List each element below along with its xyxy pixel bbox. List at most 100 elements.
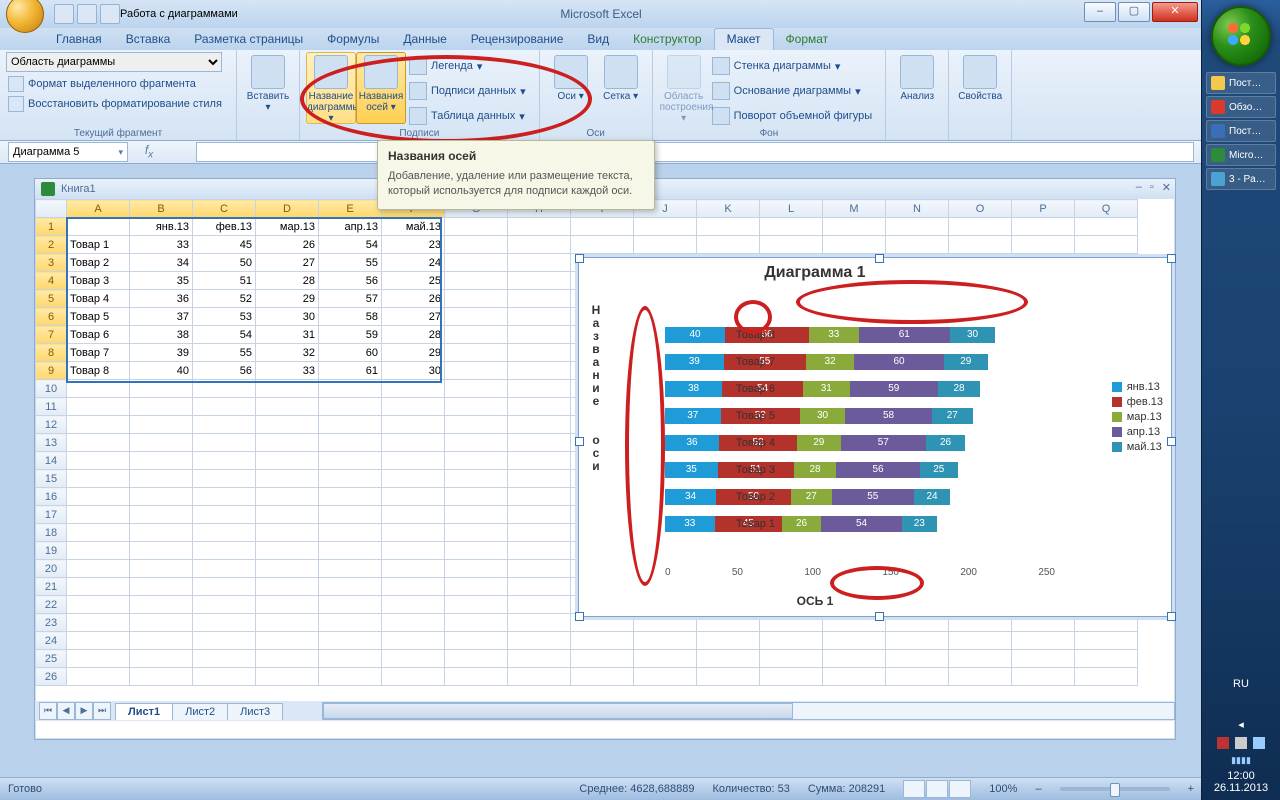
cell[interactable]: 55 (193, 344, 256, 362)
row-header[interactable]: 2 (36, 236, 67, 254)
cell[interactable] (1012, 668, 1075, 686)
cell[interactable] (193, 632, 256, 650)
minimize-button[interactable]: – (1084, 2, 1116, 22)
cell[interactable] (823, 236, 886, 254)
cell[interactable] (382, 380, 445, 398)
cell[interactable] (319, 506, 382, 524)
cell[interactable] (445, 344, 508, 362)
cell[interactable] (256, 668, 319, 686)
cell[interactable] (193, 470, 256, 488)
cell[interactable] (508, 578, 571, 596)
maximize-button[interactable]: ▢ (1118, 2, 1150, 22)
row-header[interactable]: 25 (36, 650, 67, 668)
cell[interactable]: 36 (130, 290, 193, 308)
chart-legend[interactable]: янв.13фев.13мар.13апр.13май.13 (1112, 378, 1163, 456)
cell[interactable] (508, 470, 571, 488)
bar-row[interactable]: 4056336130 (665, 327, 995, 343)
bar-segment[interactable]: 61 (859, 327, 951, 343)
bar-segment[interactable]: 23 (902, 516, 937, 532)
fx-icon[interactable]: fx (140, 143, 158, 160)
cell[interactable] (319, 560, 382, 578)
legend-item[interactable]: мар.13 (1112, 411, 1163, 423)
cell[interactable] (508, 506, 571, 524)
row-header[interactable]: 16 (36, 488, 67, 506)
cell[interactable] (445, 668, 508, 686)
legend-item[interactable]: апр.13 (1112, 426, 1163, 438)
view-normal-icon[interactable] (903, 780, 925, 798)
cell[interactable] (508, 560, 571, 578)
cell[interactable]: 54 (193, 326, 256, 344)
bar-segment[interactable]: 35 (665, 462, 718, 478)
cell[interactable] (445, 542, 508, 560)
tray-flag-icon[interactable] (1217, 737, 1229, 749)
cell[interactable] (319, 398, 382, 416)
qat-undo-icon[interactable] (77, 4, 97, 24)
cell[interactable] (445, 578, 508, 596)
cell[interactable] (256, 632, 319, 650)
cell[interactable] (67, 668, 130, 686)
row-header[interactable]: 3 (36, 254, 67, 272)
cell[interactable] (130, 650, 193, 668)
cell[interactable] (193, 524, 256, 542)
cell[interactable] (445, 254, 508, 272)
clock-date[interactable]: 26.11.2013 (1202, 782, 1280, 794)
cell[interactable] (130, 542, 193, 560)
zoom-level[interactable]: 100% (989, 783, 1017, 795)
data-labels-button[interactable]: Подписи данных ▾ (406, 79, 533, 103)
cell[interactable] (508, 236, 571, 254)
cell[interactable] (1012, 632, 1075, 650)
horizontal-scrollbar[interactable] (322, 702, 1175, 720)
cell[interactable] (445, 398, 508, 416)
formula-input[interactable] (196, 142, 1194, 162)
bar-segment[interactable]: 25 (920, 462, 958, 478)
cell[interactable] (256, 398, 319, 416)
cell[interactable]: 23 (382, 236, 445, 254)
cell[interactable] (508, 380, 571, 398)
view-layout-icon[interactable] (926, 780, 948, 798)
cell[interactable]: 26 (382, 290, 445, 308)
cell[interactable] (382, 668, 445, 686)
cell[interactable] (445, 452, 508, 470)
col-header[interactable]: E (319, 200, 382, 218)
cell[interactable]: 58 (319, 308, 382, 326)
bar-segment[interactable]: 39 (665, 354, 724, 370)
qat-save-icon[interactable] (54, 4, 74, 24)
cell[interactable]: фев.13 (193, 218, 256, 236)
cell[interactable] (130, 452, 193, 470)
row-header[interactable]: 11 (36, 398, 67, 416)
tab-Формулы[interactable]: Формулы (315, 29, 391, 50)
cell[interactable] (508, 344, 571, 362)
bar-segment[interactable]: 30 (800, 408, 845, 424)
cell[interactable] (67, 506, 130, 524)
cell[interactable]: Товар 1 (67, 236, 130, 254)
cell[interactable] (193, 488, 256, 506)
zoom-out-button[interactable]: – (1035, 783, 1041, 795)
cell[interactable]: 45 (193, 236, 256, 254)
cell[interactable] (508, 218, 571, 236)
cell[interactable] (508, 524, 571, 542)
cell[interactable] (319, 578, 382, 596)
plot-area[interactable]: 3345265423345027552435512856253652295726… (665, 288, 1055, 558)
cell[interactable] (67, 614, 130, 632)
taskbar-item[interactable]: Обзо… (1206, 96, 1276, 118)
cell[interactable]: 54 (319, 236, 382, 254)
cell[interactable] (445, 416, 508, 434)
cell[interactable] (508, 362, 571, 380)
row-header[interactable]: 21 (36, 578, 67, 596)
cell[interactable] (319, 614, 382, 632)
start-button[interactable] (1211, 6, 1271, 66)
cell[interactable] (193, 380, 256, 398)
wb-maximize-icon[interactable]: ▫ (1150, 181, 1154, 194)
cell[interactable] (760, 236, 823, 254)
col-header[interactable]: N (886, 200, 949, 218)
tab-Разметка страницы[interactable]: Разметка страницы (182, 29, 315, 50)
row-header[interactable]: 24 (36, 632, 67, 650)
row-header[interactable]: 8 (36, 344, 67, 362)
cell[interactable] (67, 560, 130, 578)
resize-handle[interactable] (875, 612, 884, 621)
resize-handle[interactable] (1167, 437, 1176, 446)
cell[interactable] (886, 668, 949, 686)
cell[interactable] (67, 218, 130, 236)
cell[interactable] (319, 650, 382, 668)
cell[interactable] (130, 560, 193, 578)
